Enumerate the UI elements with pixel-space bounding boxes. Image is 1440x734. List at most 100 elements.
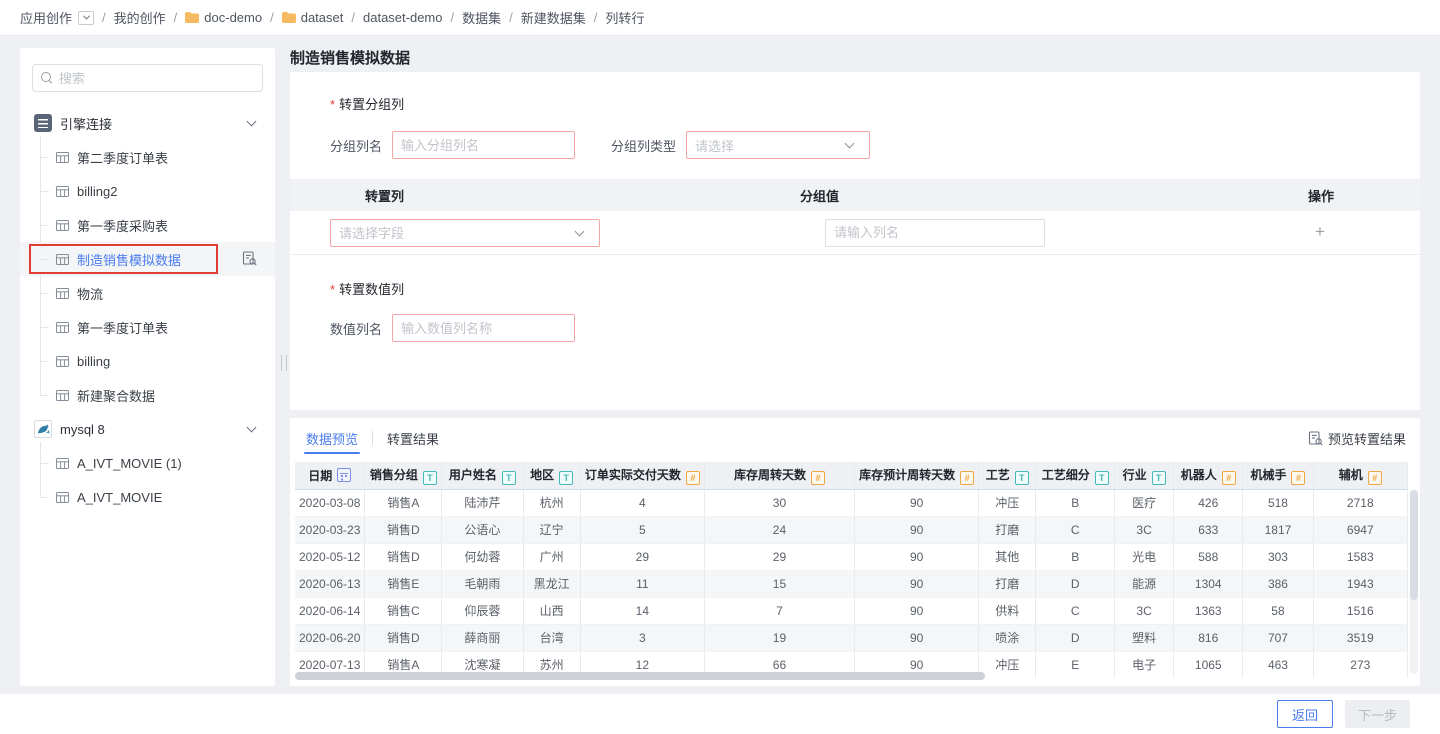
breadcrumb-item[interactable]: / dataset <box>262 10 343 25</box>
breadcrumb-item[interactable]: / 列转行 <box>586 8 645 27</box>
sidebar-table-item[interactable]: 第二季度订单表 <box>20 140 275 174</box>
number-type-icon: # <box>960 471 974 485</box>
number-type-icon: # <box>1368 471 1382 485</box>
breadcrumb-item[interactable]: / 数据集 <box>443 8 502 27</box>
tree-group-mysql[interactable]: mysql 8 <box>20 412 275 446</box>
text-type-icon: T <box>1015 471 1029 485</box>
table-cell: 90 <box>855 489 979 516</box>
value-column-name-label: 数值列名 <box>330 319 382 338</box>
table-cell: 11 <box>580 570 704 597</box>
table-cell: 1583 <box>1313 543 1407 570</box>
chevron-down-icon[interactable] <box>247 117 257 127</box>
table-cell: 5 <box>580 516 704 543</box>
table-cell: 2020-03-08 <box>295 489 365 516</box>
table-cell: 2718 <box>1313 489 1407 516</box>
breadcrumb-root[interactable]: 应用创作 <box>20 8 94 27</box>
breadcrumb-root-dropdown[interactable] <box>78 11 94 25</box>
breadcrumb-item-label: 我的创作 <box>114 8 166 27</box>
group-column-name-input[interactable] <box>392 131 575 159</box>
sidebar-table-item[interactable]: billing2 <box>20 174 275 208</box>
column-label: 库存预计周转天数 <box>859 468 955 482</box>
table-cell: 医疗 <box>1115 489 1174 516</box>
horizontal-scrollbar[interactable] <box>295 672 985 680</box>
sidebar-table-item[interactable]: 新建聚合数据 <box>20 378 275 412</box>
breadcrumb-item[interactable]: / 新建数据集 <box>501 8 586 27</box>
text-type-icon: T <box>1095 471 1109 485</box>
group-column-type-select[interactable]: 请选择 <box>686 131 870 159</box>
column-label: 库存周转天数 <box>734 468 806 482</box>
table-cell: 29 <box>704 543 854 570</box>
sidebar-table-item[interactable]: 制造销售模拟数据 <box>20 242 275 276</box>
preview-table-icon[interactable] <box>242 251 257 266</box>
table-cell: 塑料 <box>1115 624 1174 651</box>
table-cell: 销售D <box>365 624 442 651</box>
value-column-section-title: *转置数值列 <box>290 255 1420 298</box>
sidebar-table-item[interactable]: 物流 <box>20 276 275 310</box>
sidebar-table-item[interactable]: 第一季度订单表 <box>20 310 275 344</box>
table-cell: 毛朝雨 <box>442 570 523 597</box>
transpose-col-header: 转置列 <box>290 186 800 205</box>
preview-column-header: 机械手 # <box>1243 462 1313 489</box>
chevron-down-icon[interactable] <box>247 423 257 433</box>
vertical-scrollbar[interactable] <box>1410 490 1418 600</box>
table-cell: 销售E <box>365 570 442 597</box>
table-cell: 4 <box>580 489 704 516</box>
table-cell: 303 <box>1243 543 1313 570</box>
table-row: 2020-03-08销售A陆沛芹杭州43090冲压B医疗4265182718 <box>295 489 1408 516</box>
table-cell: 何幼蓉 <box>442 543 523 570</box>
back-button[interactable]: 返回 <box>1277 700 1333 728</box>
preview-column-header: 行业T <box>1115 462 1174 489</box>
breadcrumb-item[interactable]: / 我的创作 <box>94 8 166 27</box>
preview-column-header: 地区T <box>523 462 580 489</box>
table-cell: D <box>1036 624 1115 651</box>
table-cell: 打磨 <box>979 570 1036 597</box>
breadcrumb-separator: / <box>351 10 355 25</box>
add-row-button[interactable]: + <box>1315 222 1325 241</box>
group-value-input[interactable] <box>825 219 1045 247</box>
preview-column-header: 辅机# <box>1313 462 1407 489</box>
search-box[interactable] <box>32 64 263 92</box>
select-placeholder: 请选择字段 <box>339 223 404 242</box>
breadcrumb-item-label: 新建数据集 <box>521 8 586 27</box>
column-label: 机械手 <box>1250 468 1286 482</box>
breadcrumb-item[interactable]: / doc-demo <box>166 10 262 25</box>
sidebar-table-item[interactable]: billing <box>20 344 275 378</box>
sidebar-table-item[interactable]: 第一季度采购表 <box>20 208 275 242</box>
transpose-field-select[interactable]: 请选择字段 <box>330 219 600 247</box>
search-input[interactable] <box>59 71 254 86</box>
table-cell: 销售A <box>365 489 442 516</box>
sidebar-table-item[interactable]: A_IVT_MOVIE (1) <box>20 446 275 480</box>
column-label: 机器人 <box>1181 468 1217 482</box>
transpose-columns-table: 转置列 分组值 操作 请选择字段 + <box>290 179 1420 255</box>
table-row: 2020-06-13销售E毛朝雨黑龙江111590打磨D能源1304386194… <box>295 570 1408 597</box>
table-cell: C <box>1036 516 1115 543</box>
table-item-label: 第二季度订单表 <box>77 148 168 167</box>
number-type-icon: # <box>1291 471 1305 485</box>
table-cell: 19 <box>704 624 854 651</box>
table-grid-icon <box>56 185 69 198</box>
sidebar-resize-handle[interactable] <box>281 355 287 371</box>
table-cell: 30 <box>704 489 854 516</box>
table-cell: 供料 <box>979 597 1036 624</box>
table-cell: 能源 <box>1115 570 1174 597</box>
breadcrumb-item[interactable]: / dataset-demo <box>343 10 442 25</box>
tab-transpose-result[interactable]: 转置结果 <box>385 418 441 458</box>
sidebar-table-item[interactable]: A_IVT_MOVIE <box>20 480 275 514</box>
next-step-button[interactable]: 下一步 <box>1345 700 1410 728</box>
value-column-name-input[interactable] <box>392 314 575 342</box>
table-item-label: 新建聚合数据 <box>77 386 155 405</box>
table-cell: 90 <box>855 570 979 597</box>
table-cell: 463 <box>1243 651 1313 678</box>
column-label: 工艺细分 <box>1042 468 1090 482</box>
table-cell: 3 <box>580 624 704 651</box>
text-type-icon: T <box>1152 471 1166 485</box>
tab-data-preview[interactable]: 数据预览 <box>304 418 360 458</box>
breadcrumb-separator: / <box>270 10 274 25</box>
preview-table: 日期销售分组T用户姓名T地区T订单实际交付天数#库存周转天数#库存预计周转天数#… <box>295 462 1408 678</box>
group-column-type-label: 分组列类型 <box>611 136 676 155</box>
tree-group-engine[interactable]: 引擎连接 <box>20 106 275 140</box>
table-cell: 2020-06-20 <box>295 624 365 651</box>
preview-transpose-result-button[interactable]: 预览转置结果 <box>1308 429 1406 448</box>
table-cell: 426 <box>1174 489 1243 516</box>
engine-connection-icon <box>34 114 52 132</box>
